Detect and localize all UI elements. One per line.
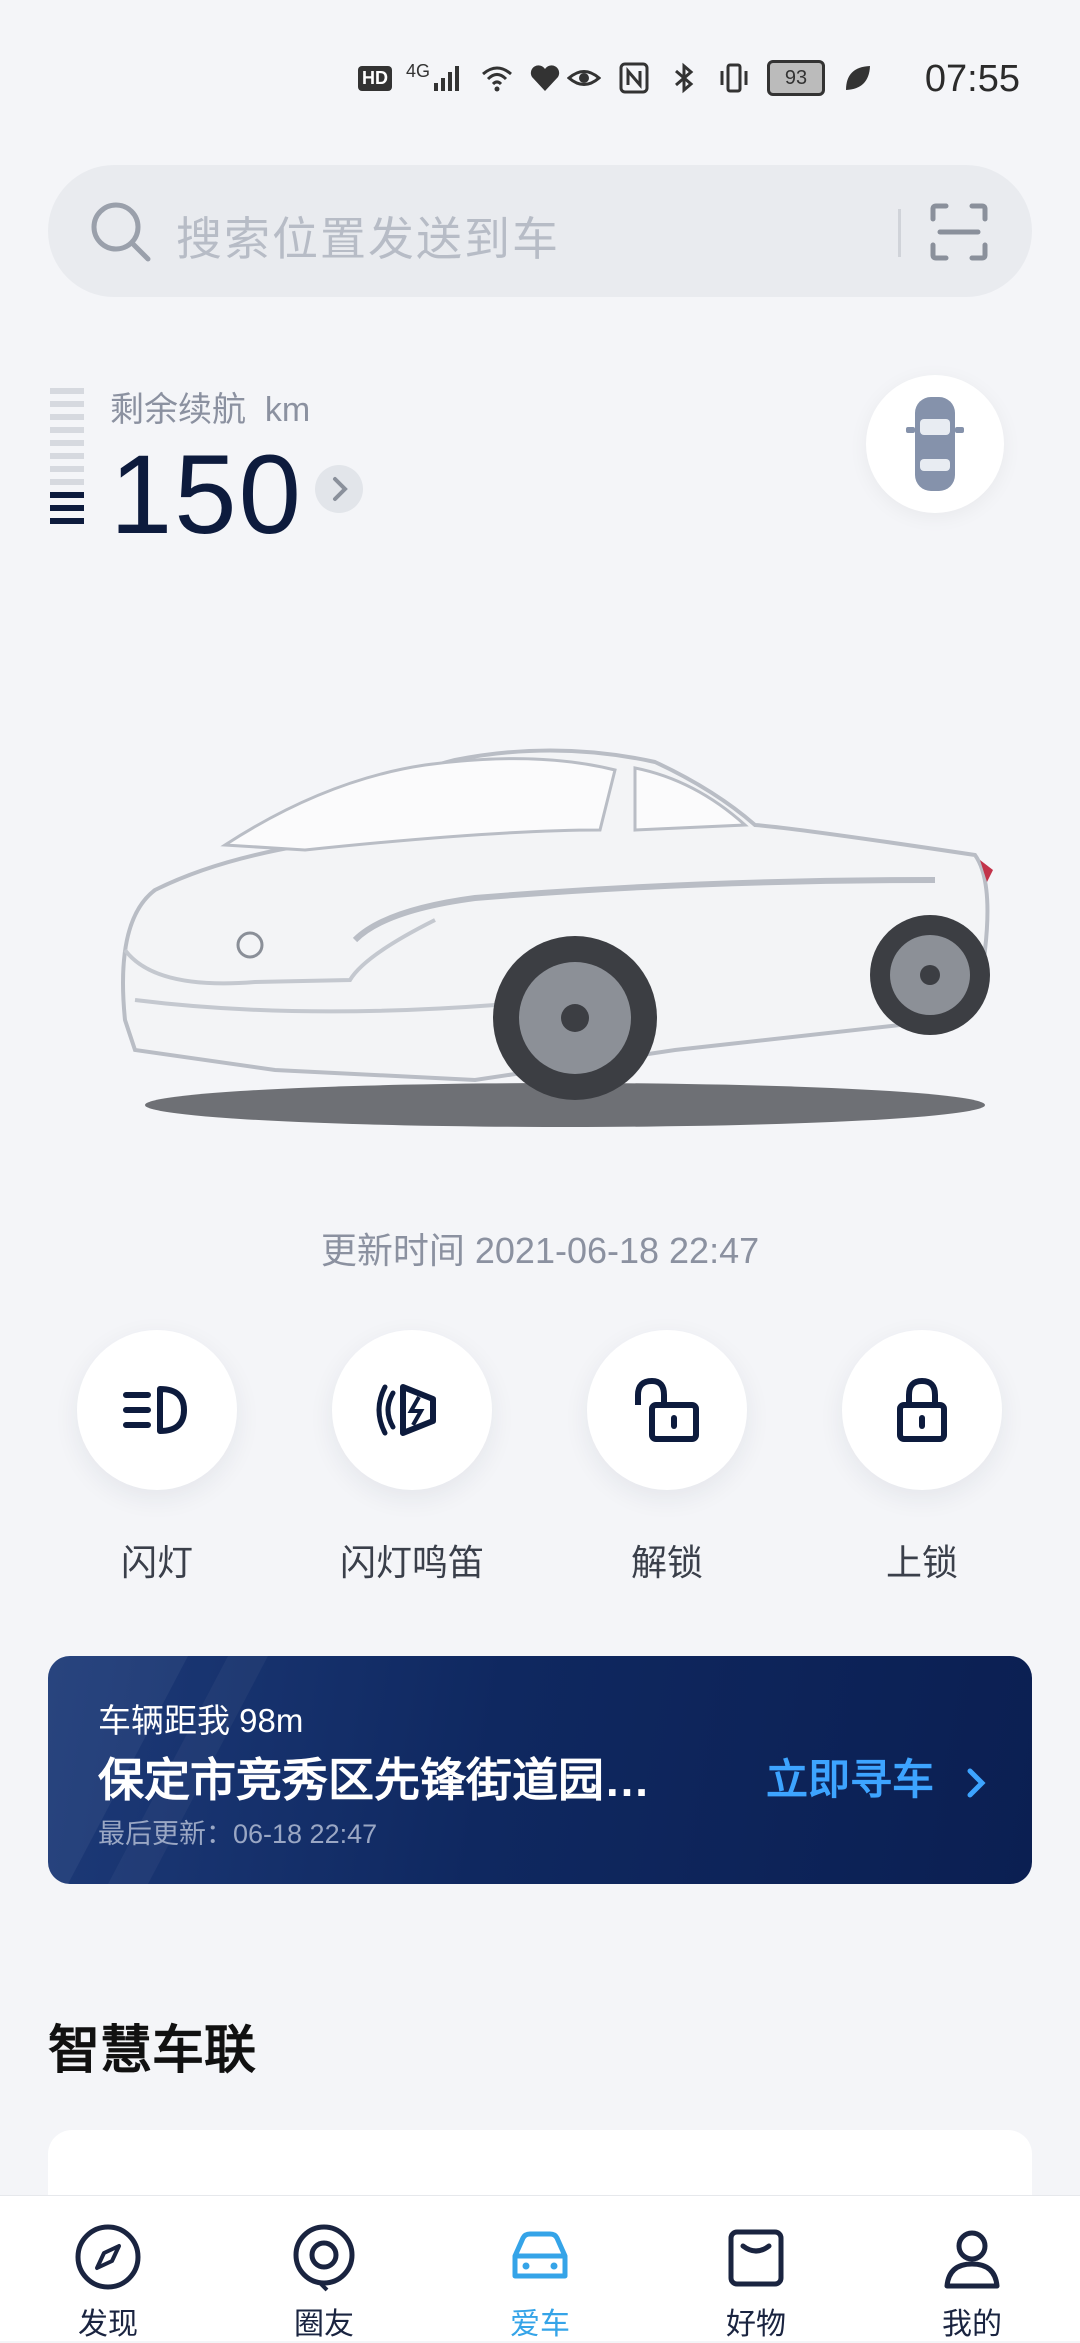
range-label: 剩余续航 km (110, 391, 311, 429)
chevron-right-icon (333, 477, 348, 501)
flash-lights-button[interactable] (77, 1330, 237, 1490)
flash-horn-label: 闪灯鸣笛 (339, 1542, 484, 1583)
unlock-control[interactable]: 解锁 (587, 1330, 747, 1586)
network-label: 4G (406, 60, 431, 81)
bluetooth-icon (675, 62, 694, 94)
status-right-icons: 93 (567, 58, 875, 98)
update-time: 更新时间 2021-06-18 22:47 (320, 1230, 760, 1271)
eye-icon (567, 70, 601, 86)
profile-icon (944, 2230, 1000, 2289)
nav-shop[interactable]: 好物 (676, 2196, 836, 2341)
range-value: 150 (110, 432, 303, 557)
nav-friends[interactable]: 圈友 (244, 2196, 404, 2341)
chat-icon (293, 2224, 355, 2292)
leaf-icon (846, 66, 870, 90)
car-image (121, 748, 993, 1127)
car-address: 保定市竞秀区先锋街道园… (98, 1754, 650, 1806)
status-left-icons: HD 4G (358, 58, 562, 98)
nav-profile-label: 我的 (942, 2308, 1002, 2341)
lock-button[interactable] (842, 1330, 1002, 1490)
flash-lights-label: 闪灯 (120, 1542, 193, 1583)
find-car-label: 立即寻车 (766, 1756, 935, 1803)
lock-control[interactable]: 上锁 (842, 1330, 1002, 1586)
section-title: 智慧车联 (48, 2022, 257, 2080)
search-bar[interactable]: 搜索位置发送到车 (48, 165, 1032, 297)
nav-my-car-label: 爱车 (510, 2308, 570, 2341)
bottom-nav: 发现 圈友 爱车 好物 我的 (0, 2195, 1080, 2341)
car-icon (512, 2231, 568, 2279)
range-detail-button[interactable] (315, 465, 363, 513)
headlight-icon (123, 1386, 187, 1434)
nfc-icon (619, 62, 649, 94)
find-car-card[interactable]: 车辆距我 98m 保定市竞秀区先锋街道园… 最后更新：06-18 22:47 立… (48, 1656, 1032, 1884)
signal-icon (434, 66, 460, 91)
health-heart-icon (530, 65, 560, 91)
search-placeholder[interactable]: 搜索位置发送到车 (176, 203, 560, 269)
flash-horn-control[interactable]: 闪灯鸣笛 (332, 1330, 492, 1586)
chevron-right-icon (967, 1768, 986, 1798)
bag-icon (728, 2229, 784, 2287)
range-unit: km (264, 391, 311, 429)
wifi-icon (482, 66, 512, 92)
unlock-icon (635, 1377, 699, 1442)
unlock-button[interactable] (587, 1330, 747, 1490)
lock-icon (897, 1377, 947, 1442)
search-divider (898, 209, 901, 257)
search-icon (91, 202, 151, 262)
flash-lights-control[interactable]: 闪灯 (77, 1330, 237, 1586)
nav-profile[interactable]: 我的 (892, 2196, 1052, 2341)
unlock-label: 解锁 (630, 1542, 703, 1583)
car-distance: 车辆距我 98m (98, 1702, 304, 1739)
vibrate-icon (720, 63, 748, 93)
battery-indicator: 93 (767, 60, 825, 96)
nav-shop-label: 好物 (726, 2308, 786, 2341)
range-gauge (50, 388, 86, 531)
last-update: 最后更新：06-18 22:47 (98, 1819, 378, 1849)
car-status-button[interactable] (866, 375, 1004, 513)
nav-my-car[interactable]: 爱车 (460, 2196, 620, 2341)
car-topview-icon (906, 397, 964, 491)
scan-icon[interactable] (930, 203, 988, 261)
horn-flash-icon (376, 1384, 436, 1436)
nav-friends-label: 圈友 (294, 2308, 354, 2341)
hd-badge: HD (358, 65, 392, 91)
status-bar: HD 4G 93 07:55 (0, 0, 1080, 160)
nav-discover[interactable]: 发现 (28, 2196, 188, 2341)
flash-horn-button[interactable] (332, 1330, 492, 1490)
nav-discover-label: 发现 (78, 2308, 138, 2341)
find-car-button[interactable]: 立即寻车 (766, 1746, 996, 1807)
lock-label: 上锁 (885, 1542, 958, 1583)
status-time: 07:55 (924, 58, 1020, 100)
compass-icon (75, 2224, 141, 2290)
